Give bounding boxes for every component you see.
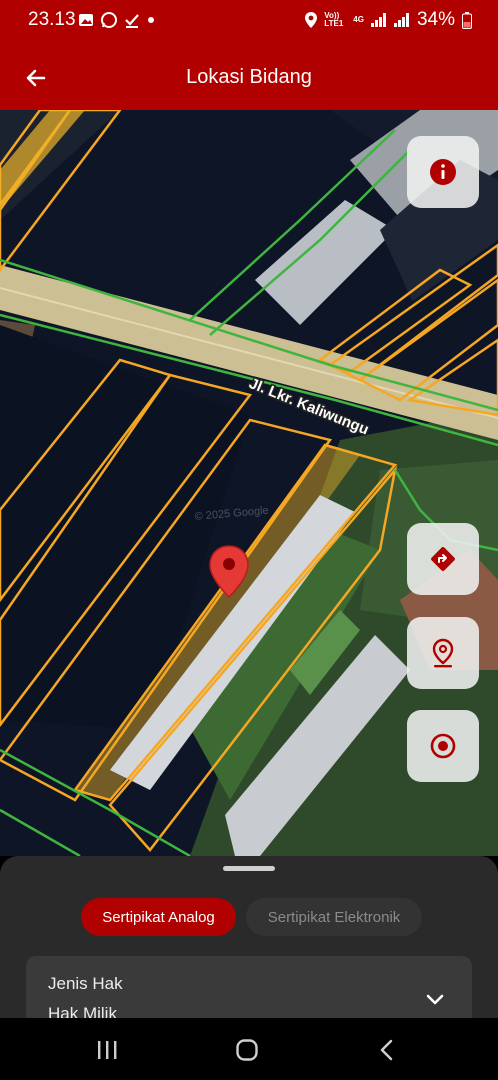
recents-icon [98, 1041, 117, 1059]
directions-button[interactable] [407, 523, 479, 595]
chevron-down-icon [426, 994, 444, 1005]
sheet-drag-handle[interactable] [223, 866, 275, 871]
chevron-left-icon [380, 1039, 393, 1061]
my-location-button[interactable] [407, 710, 479, 782]
gallery-icon [79, 14, 93, 26]
location-icon [305, 12, 318, 28]
signal-icon [370, 13, 386, 27]
battery-percent: 34% [416, 9, 455, 30]
tab-sertipikat-analog[interactable]: Sertipikat Analog [81, 898, 236, 936]
directions-icon [431, 547, 455, 571]
location-pin-icon [432, 638, 454, 668]
system-nav-bar [0, 1018, 498, 1080]
dot-icon [148, 17, 154, 23]
download-done-icon [125, 14, 139, 28]
info-icon [430, 159, 456, 185]
field-label: Jenis Hak [48, 974, 123, 993]
tab-sertipikat-elektronik[interactable]: Sertipikat Elektronik [246, 898, 422, 936]
home-button[interactable] [233, 1036, 261, 1064]
recents-button[interactable] [93, 1036, 121, 1064]
status-time: 23.13 [28, 9, 76, 30]
status-bar: 23.13 Vo)) LTE1 4G 34% [0, 0, 498, 42]
network-type: 4G [353, 15, 364, 24]
system-icons: Vo)) LTE1 4G 34% [305, 9, 472, 31]
bottom-sheet[interactable]: Sertipikat Analog Sertipikat Elektronik … [0, 856, 498, 1018]
jenis-hak-dropdown[interactable]: Jenis Hak Hak Milik [26, 956, 472, 1018]
page-title: Lokasi Bidang [186, 66, 312, 88]
battery-icon [462, 11, 472, 29]
app-bar: Lokasi Bidang [0, 42, 498, 110]
signal-icon-2 [393, 13, 409, 27]
volte-indicator: Vo)) LTE1 [324, 11, 344, 28]
notification-icons [78, 11, 156, 29]
parcel-location-button[interactable] [407, 617, 479, 689]
map-view[interactable]: Jl. Lkr. Kaliwungu © 2025 Google [0, 110, 498, 856]
field-value: Hak Milik [48, 1004, 117, 1018]
info-button[interactable] [407, 136, 479, 208]
home-icon [236, 1039, 258, 1061]
whatsapp-icon [101, 12, 117, 28]
back-nav-button[interactable] [373, 1036, 401, 1064]
target-icon [430, 733, 456, 759]
